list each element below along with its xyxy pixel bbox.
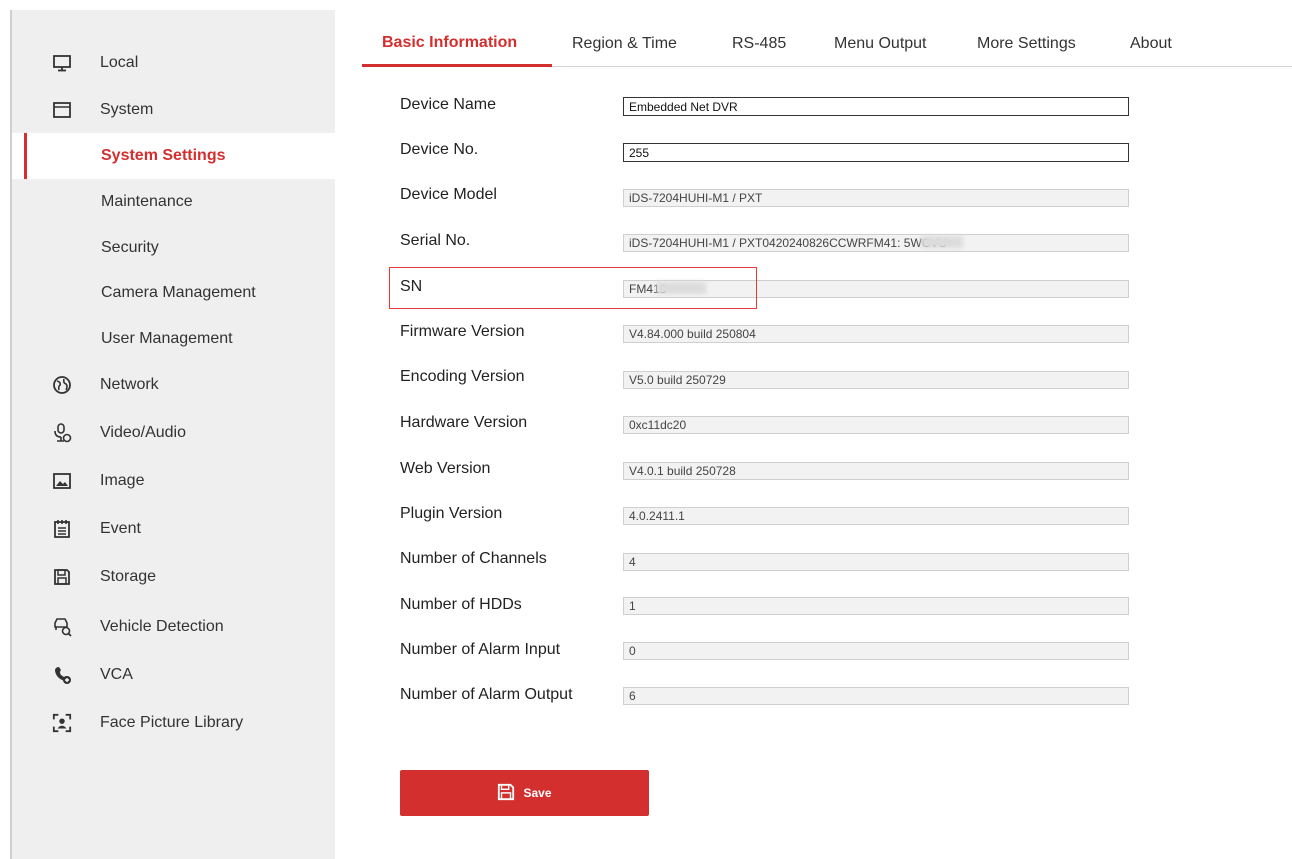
globe-icon xyxy=(52,375,72,395)
sidebar-item-event[interactable]: Event xyxy=(12,506,335,552)
sidebar-item-maintenance[interactable]: Maintenance xyxy=(12,179,335,225)
web-version-field: V4.0.1 build 250728 xyxy=(623,462,1129,480)
sidebar-item-system[interactable]: System xyxy=(12,87,335,133)
image-icon xyxy=(52,471,72,491)
sidebar-item-label: Maintenance xyxy=(101,193,193,210)
field-label: Number of Alarm Input xyxy=(400,641,561,658)
sidebar-item-system-settings[interactable]: System Settings xyxy=(12,133,335,179)
save-button-label: Save xyxy=(523,786,552,800)
window-icon xyxy=(52,100,72,120)
number-of-alarm-input-field: 0 xyxy=(623,642,1129,660)
sidebar-item-user-management[interactable]: User Management xyxy=(12,316,335,362)
field-label: Device No. xyxy=(400,141,479,158)
monitor-icon xyxy=(52,53,72,73)
field-label: Serial No. xyxy=(400,232,471,249)
vca-icon xyxy=(52,665,72,685)
field-label: Number of Channels xyxy=(400,550,547,567)
device-no-input[interactable] xyxy=(623,143,1129,162)
field-label: Device Model xyxy=(400,186,497,203)
calendar-icon xyxy=(52,519,72,539)
sidebar-item-security[interactable]: Security xyxy=(12,225,335,271)
field-label: Plugin Version xyxy=(400,505,503,522)
vehicle-search-icon xyxy=(52,617,72,637)
sidebar-item-video-audio[interactable]: Video/Audio xyxy=(12,410,335,456)
tab-label: Basic Information xyxy=(382,34,518,51)
sidebar: Local System System Settings Maintenance… xyxy=(12,10,335,859)
field-label: Number of HDDs xyxy=(400,596,522,613)
sidebar-item-label: Security xyxy=(101,239,159,256)
sidebar-item-network[interactable]: Network xyxy=(12,362,335,408)
sidebar-item-label: Vehicle Detection xyxy=(100,618,224,635)
device-name-input[interactable] xyxy=(623,97,1129,116)
sidebar-item-label: Face Picture Library xyxy=(100,714,244,731)
sidebar-item-vca[interactable]: VCA xyxy=(12,652,335,698)
plugin-version-field: 4.0.2411.1 xyxy=(623,507,1129,525)
floppy-icon xyxy=(497,783,515,804)
sidebar-item-label: Camera Management xyxy=(101,284,256,301)
sidebar-item-local[interactable]: Local xyxy=(12,40,335,86)
field-label: Device Name xyxy=(400,96,497,113)
sidebar-item-label: Local xyxy=(100,54,139,71)
tab-basic-information[interactable]: Basic Information xyxy=(362,24,552,67)
field-label: Firmware Version xyxy=(400,323,525,340)
save-button[interactable]: Save xyxy=(400,770,649,816)
tab-label: Region & Time xyxy=(572,35,677,52)
floppy-icon xyxy=(52,567,72,587)
sidebar-item-storage[interactable]: Storage xyxy=(12,554,335,600)
redaction-blur xyxy=(921,236,963,248)
field-label: Number of Alarm Output xyxy=(400,686,573,703)
number-of-hdds-field: 1 xyxy=(623,597,1129,615)
sidebar-item-label: Image xyxy=(100,472,145,489)
sidebar-item-label: Network xyxy=(100,376,159,393)
redaction-blur xyxy=(656,282,706,294)
sidebar-item-label: System Settings xyxy=(101,147,226,164)
field-label: Encoding Version xyxy=(400,368,525,385)
sidebar-item-camera-management[interactable]: Camera Management xyxy=(12,270,335,316)
sidebar-item-face-picture-library[interactable]: Face Picture Library xyxy=(12,700,335,746)
tab-label: More Settings xyxy=(977,35,1076,52)
sidebar-item-label: VCA xyxy=(100,666,133,683)
sidebar-item-label: Storage xyxy=(100,568,157,585)
sidebar-item-image[interactable]: Image xyxy=(12,458,335,504)
number-of-alarm-output-field: 6 xyxy=(623,687,1129,705)
serial-no-field: iDS-7204HUHI-M1 / PXT0420240826CCWRFM41:… xyxy=(623,234,1129,252)
firmware-version-field: V4.84.000 build 250804 xyxy=(623,325,1129,343)
tab-label: About xyxy=(1130,35,1172,52)
tab-label: RS-485 xyxy=(732,35,787,52)
sidebar-item-label: System xyxy=(100,101,154,118)
field-label: Web Version xyxy=(400,460,491,477)
sidebar-item-vehicle-detection[interactable]: Vehicle Detection xyxy=(12,604,335,650)
face-frame-icon xyxy=(52,713,72,733)
tab-bar: Basic Information Region & Time RS-485 M… xyxy=(362,24,1292,67)
device-model-field: iDS-7204HUHI-M1 / PXT xyxy=(623,189,1129,207)
microphone-camera-icon xyxy=(52,423,72,443)
encoding-version-field: V5.0 build 250729 xyxy=(623,371,1129,389)
field-label: SN xyxy=(400,278,423,295)
sidebar-item-label: User Management xyxy=(101,330,233,347)
number-of-channels-field: 4 xyxy=(623,553,1129,571)
tab-label: Menu Output xyxy=(834,35,927,52)
sidebar-item-label: Event xyxy=(100,520,141,537)
hardware-version-field: 0xc11dc20 xyxy=(623,416,1129,434)
field-label: Hardware Version xyxy=(400,414,528,431)
sidebar-item-label: Video/Audio xyxy=(100,424,186,441)
page-edge xyxy=(0,0,10,859)
